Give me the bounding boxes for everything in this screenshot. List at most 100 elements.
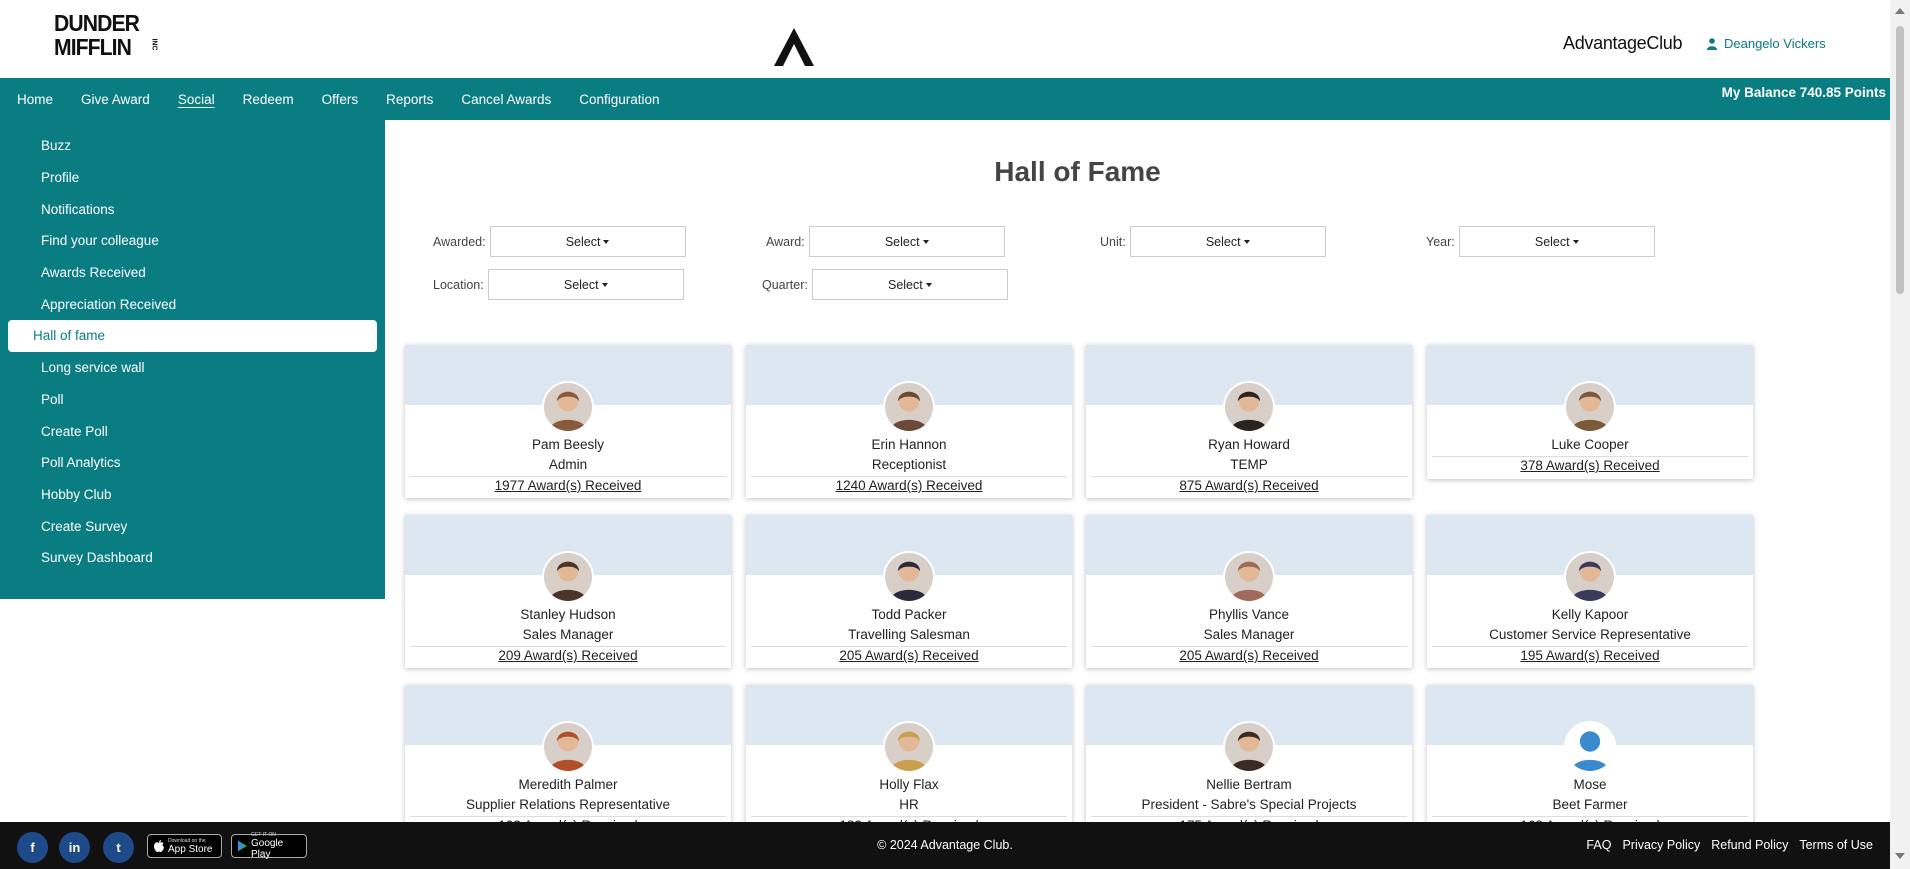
awards-received-link[interactable]: 195 Award(s) Received — [1427, 648, 1753, 663]
avatar[interactable] — [1223, 381, 1275, 433]
nav-item-offers[interactable]: Offers — [322, 92, 359, 107]
avatar[interactable] — [542, 551, 594, 603]
card-divider — [410, 476, 726, 477]
sidebar-item-long-service-wall[interactable]: Long service wall — [8, 352, 377, 384]
sidebar-item-hall-of-fame[interactable]: Hall of fame — [8, 320, 377, 352]
avatar[interactable] — [1223, 721, 1275, 773]
avatar[interactable] — [542, 721, 594, 773]
card-role: Beet Farmer — [1552, 797, 1628, 812]
nav-item-cancel-awards[interactable]: Cancel Awards — [461, 92, 551, 107]
person-icon — [544, 723, 592, 771]
hall-of-fame-card[interactable]: Kelly Kapoor Customer Service Representat… — [1427, 515, 1753, 668]
sidebar-item-buzz[interactable]: Buzz — [8, 130, 377, 162]
hall-of-fame-card[interactable]: Phyllis Vance Sales Manager 205 Award(s) R… — [1086, 515, 1412, 668]
user-menu[interactable]: Deangelo Vickers — [1707, 36, 1826, 51]
footer-link-terms[interactable]: Terms of Use — [1799, 838, 1873, 852]
hall-of-fame-card[interactable]: Erin Hannon Receptionist 1240 Award(s) Rec… — [746, 345, 1072, 498]
hall-of-fame-card[interactable]: Todd Packer Travelling Salesman 205 Award(… — [746, 515, 1072, 668]
footer-link-refund[interactable]: Refund Policy — [1711, 838, 1788, 852]
card-divider — [1432, 456, 1748, 457]
scroll-down-icon[interactable] — [1895, 853, 1905, 859]
person-icon — [544, 553, 592, 601]
scroll-up-icon[interactable] — [1895, 8, 1905, 14]
card-role: Sales Manager — [1203, 627, 1295, 642]
sidebar-item-appreciation-received[interactable]: Appreciation Received — [8, 288, 377, 320]
hall-of-fame-card[interactable]: Luke Cooper 378 Award(s) Received — [1427, 345, 1753, 479]
avatar[interactable] — [883, 721, 935, 773]
hall-of-fame-card[interactable]: Pam Beesly Admin 1977 Award(s) Received — [405, 345, 731, 498]
awards-received-link[interactable]: 1977 Award(s) Received — [405, 478, 731, 493]
sidebar-item-survey-dashboard[interactable]: Survey Dashboard — [8, 542, 377, 574]
filter-year-label: Year: — [1426, 234, 1455, 249]
filter-year-value: Select — [1534, 234, 1570, 249]
facebook-icon[interactable]: f — [17, 832, 48, 863]
filter-location-label: Location: — [433, 277, 484, 292]
footer-link-privacy[interactable]: Privacy Policy — [1622, 838, 1700, 852]
hall-of-fame-card[interactable]: Holly FlaxHR182 Award(s) Received — [746, 685, 1072, 822]
brand-name: AdvantageClub — [1563, 33, 1683, 53]
company-logo[interactable]: DUNDER MIFFLIN INC — [54, 11, 158, 61]
nav-item-give-award[interactable]: Give Award — [81, 92, 150, 107]
chevron-down-icon — [925, 282, 932, 287]
avatar[interactable] — [1223, 551, 1275, 603]
card-divider — [1432, 816, 1748, 817]
sidebar-item-poll[interactable]: Poll — [8, 384, 377, 416]
sidebar-item-awards-received[interactable]: Awards Received — [8, 257, 377, 289]
nav-item-social[interactable]: Social — [178, 92, 215, 107]
sidebar-item-notifications[interactable]: Notifications — [8, 193, 377, 225]
filter-location-select[interactable]: Select — [487, 269, 684, 300]
sidebar-item-hobby-club[interactable]: Hobby Club — [8, 479, 377, 511]
footer-links: FAQ Privacy Policy Refund Policy Terms o… — [1586, 838, 1873, 852]
scrollbar-thumb[interactable] — [1896, 26, 1904, 294]
nav-item-configuration[interactable]: Configuration — [579, 92, 659, 107]
card-role: TEMP — [1230, 457, 1268, 472]
sidebar-item-find-your-colleague[interactable]: Find your colleague — [8, 225, 377, 257]
linkedin-icon[interactable]: in — [59, 832, 90, 863]
hall-of-fame-card[interactable]: Stanley Hudson Sales Manager 209 Award(s) … — [405, 515, 731, 668]
card-name: Erin Hannon — [871, 437, 947, 452]
avatar[interactable] — [1564, 381, 1616, 433]
sidebar-item-create-survey[interactable]: Create Survey — [8, 510, 377, 542]
hall-of-fame-card[interactable]: Ryan Howard TEMP 875 Award(s) Received — [1086, 345, 1412, 498]
awards-received-link[interactable]: 209 Award(s) Received — [405, 648, 731, 663]
twitter-icon[interactable]: t — [103, 832, 134, 863]
filter-award: Award: Select — [766, 226, 1005, 257]
filter-award-select[interactable]: Select — [808, 226, 1005, 257]
card-divider — [751, 646, 1067, 647]
sidebar-item-create-poll[interactable]: Create Poll — [8, 415, 377, 447]
filter-awarded-label: Awarded: — [433, 234, 486, 249]
avatar[interactable] — [1564, 551, 1616, 603]
filter-quarter-select[interactable]: Select — [811, 269, 1008, 300]
google-play-label: Google Play — [251, 838, 284, 860]
filter-unit-label: Unit: — [1100, 234, 1126, 249]
filter-unit-select[interactable]: Select — [1129, 226, 1326, 257]
filter-awarded-select[interactable]: Select — [489, 226, 686, 257]
app-store-badge[interactable]: Download on the App Store — [147, 834, 222, 858]
hall-of-fame-card[interactable]: Meredith Palmer Supplier Relations Repres… — [405, 685, 731, 822]
awards-received-link[interactable]: 378 Award(s) Received — [1427, 458, 1753, 473]
awards-received-link[interactable]: 205 Award(s) Received — [1086, 648, 1412, 663]
page-scrollbar[interactable] — [1890, 0, 1910, 869]
nav-item-reports[interactable]: Reports — [386, 92, 433, 107]
sidebar-item-poll-analytics[interactable]: Poll Analytics — [8, 447, 377, 479]
chevron-down-icon — [1243, 239, 1250, 244]
filter-unit-value: Select — [1205, 234, 1241, 249]
avatar[interactable] — [883, 551, 935, 603]
filter-quarter-label: Quarter: — [762, 277, 808, 292]
avatar[interactable] — [1564, 721, 1616, 773]
awards-received-link[interactable]: 1240 Award(s) Received — [746, 478, 1072, 493]
sidebar-item-profile[interactable]: Profile — [8, 162, 377, 194]
footer-link-faq[interactable]: FAQ — [1586, 838, 1611, 852]
hall-of-fame-card[interactable]: MoseBeet Farmer168 Award(s) Received — [1427, 685, 1753, 822]
hall-of-fame-card[interactable]: Nellie Bertram President - Sabre's Specia… — [1086, 685, 1412, 822]
card-divider — [751, 476, 1067, 477]
filter-award-value: Select — [884, 234, 920, 249]
awards-received-link[interactable]: 875 Award(s) Received — [1086, 478, 1412, 493]
nav-item-redeem[interactable]: Redeem — [243, 92, 294, 107]
google-play-badge[interactable]: GET IT ON Google Play — [231, 832, 307, 860]
filter-year-select[interactable]: Select — [1458, 226, 1655, 257]
avatar[interactable] — [542, 381, 594, 433]
awards-received-link[interactable]: 205 Award(s) Received — [746, 648, 1072, 663]
nav-item-home[interactable]: Home — [17, 92, 53, 107]
avatar[interactable] — [883, 381, 935, 433]
